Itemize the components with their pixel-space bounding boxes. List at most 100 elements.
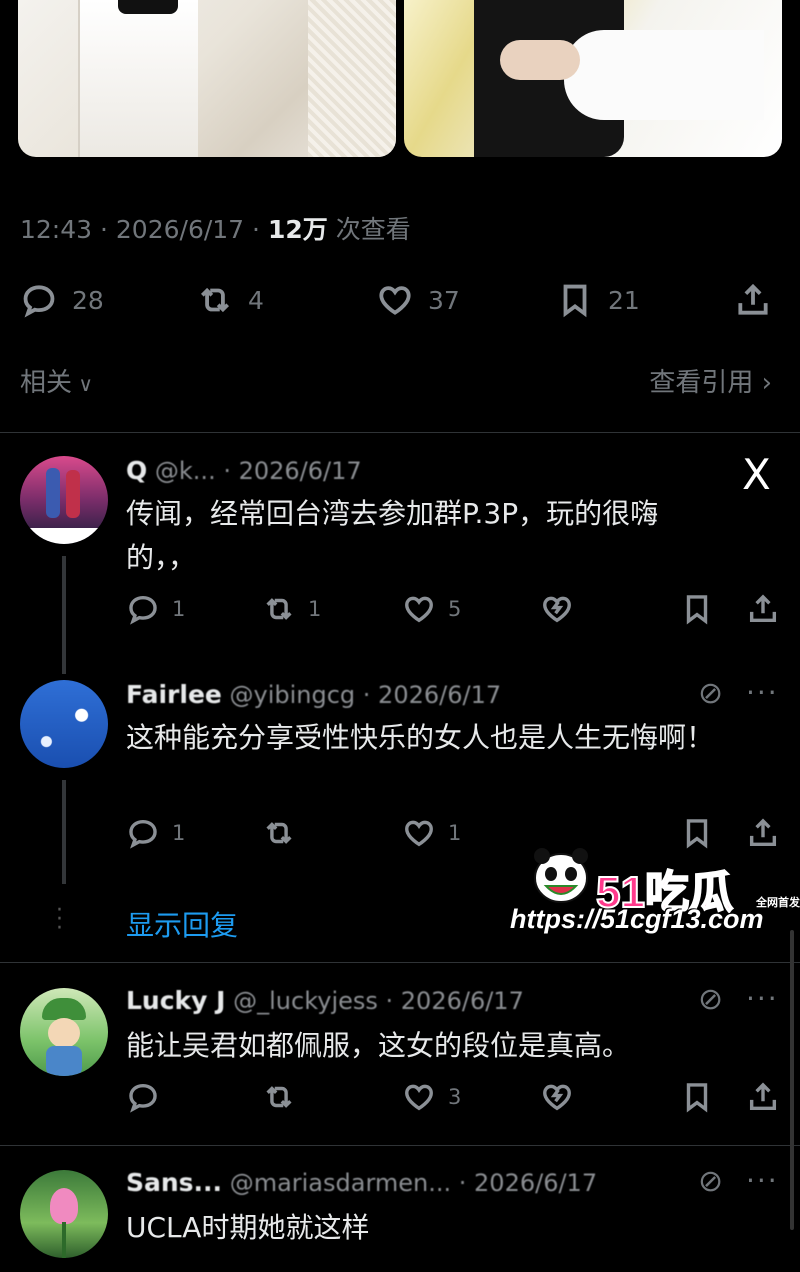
chevron-down-icon: ∨ [72, 372, 94, 396]
reply-button[interactable]: 1 [126, 816, 185, 850]
watermark: 51吃瓜 全网首发 https://51cgf13.com [510, 838, 800, 938]
share-button[interactable] [734, 281, 772, 319]
divider [0, 962, 800, 963]
like-button[interactable]: 1 [402, 816, 461, 850]
broken-heart-icon [543, 1084, 571, 1111]
divider [0, 432, 800, 433]
like-button[interactable]: 5 [402, 592, 461, 626]
author-handle: @k... · 2026/6/17 [154, 457, 362, 485]
bookmark-button[interactable]: 21 [556, 281, 640, 319]
author-handle: @yibingcg · 2026/6/17 [229, 681, 502, 709]
reply-icon [23, 285, 55, 318]
meta-separator: · [252, 215, 260, 244]
reply-author[interactable]: Sans... @mariasdarmen... · 2026/6/17 [126, 1168, 597, 1197]
photo-lace-dress [308, 0, 396, 157]
chevron-right-icon: › [753, 368, 772, 398]
view-quotes-link[interactable]: 查看引用 › [649, 362, 772, 399]
heart-icon [405, 1084, 433, 1111]
avatar[interactable] [20, 456, 108, 544]
more-icon[interactable]: ··· [746, 676, 779, 709]
repost-icon [266, 822, 292, 844]
reply-author[interactable]: Q @k... · 2026/6/17 [126, 456, 362, 485]
avatar[interactable] [20, 680, 108, 768]
heart-icon [379, 286, 411, 315]
slashed-circle-icon[interactable]: ⊘ [698, 676, 723, 711]
meta-separator: · [100, 215, 108, 244]
repost-count: 1 [308, 597, 322, 621]
author-name: Fairlee [126, 680, 222, 709]
like-button[interactable]: 3 [402, 1080, 461, 1114]
repost-button[interactable]: 1 [262, 592, 321, 626]
more-icon[interactable]: ··· [746, 1164, 779, 1197]
x-logo-icon[interactable]: X [742, 450, 771, 499]
photo-suit [78, 0, 198, 157]
reply-action-bar: 3 [126, 1080, 786, 1120]
author-name: Lucky J [126, 986, 226, 1015]
reply-author[interactable]: Lucky J @_luckyjess · 2026/6/17 [126, 986, 524, 1015]
reply-author[interactable]: Fairlee @yibingcg · 2026/6/17 [126, 680, 501, 709]
broken-heart-icon [543, 596, 571, 623]
reply-text: 这种能充分享受性快乐的女人也是人生无悔啊！ [126, 721, 715, 754]
reply-text: UCLA时期她就这样 [126, 1211, 370, 1244]
bookmark-button[interactable] [680, 1080, 714, 1114]
reply-count: 1 [172, 821, 186, 845]
heart-icon [405, 820, 433, 847]
heart-icon [405, 596, 433, 623]
avatar[interactable] [20, 1170, 108, 1258]
reply-button[interactable]: 28 [20, 281, 104, 319]
thread-line [62, 780, 66, 884]
repost-count: 4 [248, 285, 264, 315]
related-toggle[interactable]: 相关 ∨ [20, 362, 93, 399]
like-count: 3 [448, 1085, 462, 1109]
repost-icon [266, 1086, 292, 1108]
repost-icon [266, 598, 292, 620]
watermark-url: https://51cgf13.com [510, 904, 764, 934]
author-handle: @mariasdarmen... · 2026/6/17 [229, 1169, 598, 1197]
repost-button[interactable]: 4 [196, 281, 264, 319]
avatar[interactable] [20, 988, 108, 1076]
views-count[interactable]: 12万 [268, 215, 328, 244]
photo-couple[interactable] [404, 0, 782, 157]
tweet-action-bar: 28 4 37 21 [0, 275, 800, 325]
reply-button[interactable] [126, 1080, 160, 1114]
scrollbar[interactable] [790, 930, 794, 1230]
reply-text: 传闻，经常回台湾去参加群P.3P，玩的很嗨的，， [126, 497, 659, 574]
thread-line [62, 556, 66, 674]
repost-button[interactable] [262, 1080, 296, 1114]
like-count: 1 [448, 821, 462, 845]
photo-groom[interactable] [18, 0, 396, 157]
dislike-button[interactable] [540, 1080, 574, 1114]
like-count: 5 [448, 597, 462, 621]
reply-icon [129, 1083, 157, 1113]
views-label: 次查看 [335, 215, 411, 244]
share-icon [738, 283, 768, 315]
reply-action-bar: 1 1 5 [126, 592, 786, 632]
bookmark-button[interactable] [680, 592, 714, 626]
more-icon[interactable]: ··· [746, 982, 779, 1015]
reply-button[interactable]: 1 [126, 592, 185, 626]
reply-text: 能让吴君如都佩服，这女的段位是真高。 [126, 1029, 631, 1062]
repost-button[interactable] [262, 816, 308, 850]
tweet-photos [0, 0, 800, 160]
reply-icon [129, 595, 157, 625]
share-button[interactable] [746, 592, 780, 626]
show-replies-link[interactable]: 显示回复 [126, 904, 238, 944]
tweet-time: 12:43 [20, 215, 93, 244]
dislike-button[interactable] [540, 592, 574, 626]
reply-count: 1 [172, 597, 186, 621]
slashed-circle-icon[interactable]: ⊘ [698, 1164, 723, 1199]
reply-count: 28 [72, 285, 104, 315]
photo-hand [500, 40, 580, 80]
bookmark-icon [686, 1083, 708, 1113]
repost-icon [200, 287, 230, 313]
author-name: Sans... [126, 1168, 223, 1197]
share-button[interactable] [746, 1080, 780, 1114]
panda-mascot-icon [534, 848, 588, 903]
bookmark-icon [563, 284, 587, 318]
slashed-circle-icon[interactable]: ⊘ [698, 982, 723, 1017]
reply-icon [129, 819, 157, 849]
like-button[interactable]: 37 [376, 281, 460, 319]
thread-more-dots: · · · [56, 898, 63, 941]
divider [0, 1145, 800, 1146]
author-handle: @_luckyjess · 2026/6/17 [233, 987, 524, 1015]
